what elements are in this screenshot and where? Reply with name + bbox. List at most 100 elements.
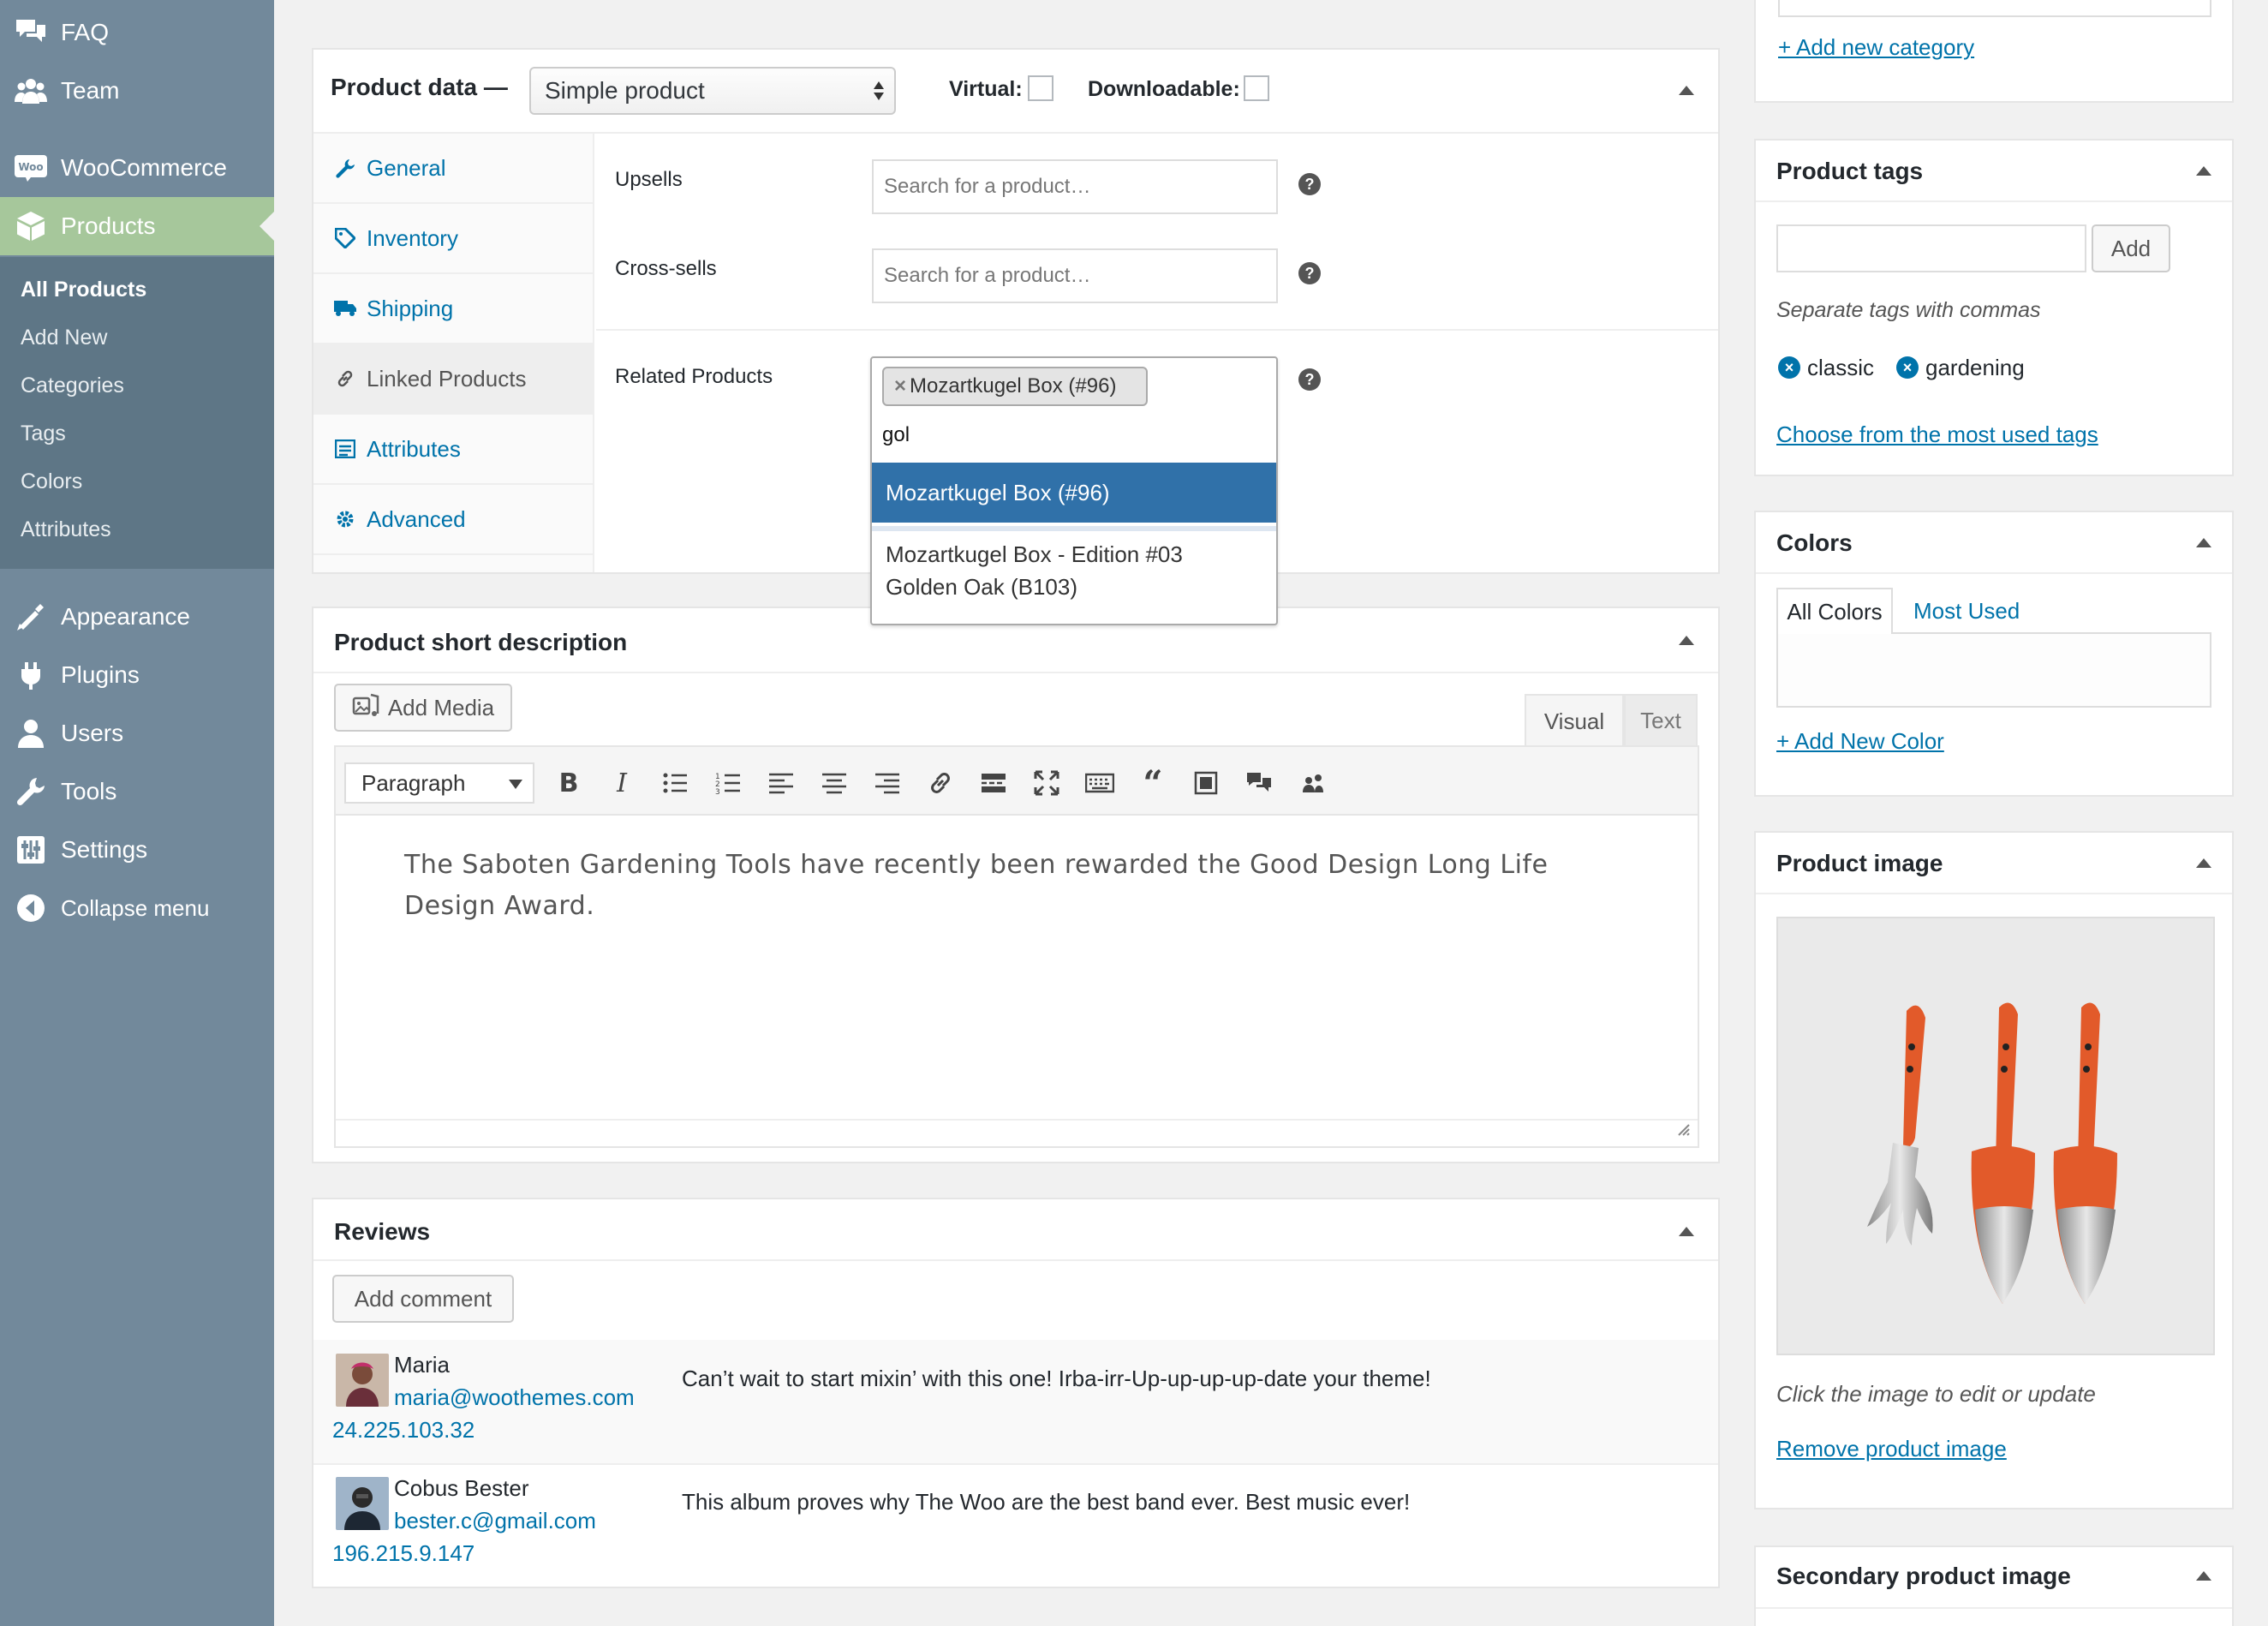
review-ip[interactable]: 196.215.9.147	[332, 1540, 474, 1567]
menu-item-appearance[interactable]: Appearance	[0, 588, 274, 646]
menu-item-woocommerce[interactable]: Woo WooCommerce	[0, 139, 274, 197]
link-icon[interactable]	[923, 766, 958, 800]
tab-shipping[interactable]: Shipping	[313, 274, 593, 344]
image-icon[interactable]	[1189, 766, 1223, 800]
dropdown-option-highlighted[interactable]: Mozartkugel Box (#96)	[872, 463, 1276, 523]
menu-item-faq[interactable]: FAQ	[0, 3, 274, 62]
menu-label: Collapse menu	[61, 894, 210, 921]
align-right-icon[interactable]	[870, 766, 904, 800]
menu-label: Tools	[61, 778, 117, 804]
bullet-list-icon[interactable]	[658, 766, 692, 800]
avatar	[336, 1477, 389, 1530]
bold-icon[interactable]: B	[552, 766, 586, 800]
numbered-list-icon[interactable]: 123	[711, 766, 745, 800]
divider	[1756, 893, 2232, 894]
italic-icon[interactable]: I	[605, 766, 639, 800]
users-icon	[12, 714, 50, 752]
tab-text[interactable]: Text	[1624, 694, 1698, 747]
tab-attributes[interactable]: Attributes	[313, 415, 593, 485]
fullscreen-icon[interactable]	[1030, 766, 1064, 800]
product-type-select[interactable]: Simple product	[529, 67, 896, 115]
align-center-icon[interactable]	[817, 766, 851, 800]
tag-input[interactable]	[1776, 224, 2086, 272]
comments-icon[interactable]	[1242, 766, 1276, 800]
virtual-checkbox[interactable]	[1028, 75, 1053, 101]
upsells-input[interactable]: Search for a product…	[872, 159, 1278, 214]
read-more-icon[interactable]	[976, 766, 1011, 800]
divider	[1756, 572, 2232, 574]
choose-most-used-tags-link[interactable]: Choose from the most used tags	[1776, 421, 2098, 448]
submenu-colors[interactable]: Colors	[21, 469, 82, 494]
remove-product-image-link[interactable]: Remove product image	[1776, 1436, 2007, 1462]
divider	[313, 672, 1718, 673]
tab-inventory[interactable]: Inventory	[313, 204, 593, 274]
review-email[interactable]: bester.c@gmail.com	[394, 1508, 596, 1534]
tab-advanced[interactable]: Advanced	[313, 485, 593, 555]
product-data-tabs: General Inventory Shipping Linked Produc…	[313, 134, 594, 572]
format-select[interactable]: Paragraph	[344, 762, 534, 804]
remove-tag-icon[interactable]: ×	[1778, 356, 1800, 379]
help-icon: ?	[1298, 173, 1321, 195]
add-media-button[interactable]: Add Media	[334, 684, 512, 732]
add-new-color-link[interactable]: + Add New Color	[1776, 728, 1944, 755]
menu-item-tools[interactable]: Tools	[0, 762, 274, 821]
token-remove-icon[interactable]: ×	[894, 374, 906, 398]
dropdown-option[interactable]: Mozartkugel Box - Edition #03 Golden Oak…	[886, 538, 1262, 603]
collapse-toggle-icon[interactable]	[2196, 538, 2211, 547]
product-image[interactable]	[1776, 917, 2215, 1355]
add-comment-button[interactable]: Add comment	[332, 1275, 514, 1323]
review-text: This album proves why The Woo are the be…	[682, 1489, 1411, 1515]
editor-content[interactable]: The Saboten Gardening Tools have recentl…	[404, 845, 1620, 927]
upsells-label: Upsells	[615, 168, 683, 191]
review-row: Maria maria@woothemes.com 24.225.103.32 …	[313, 1340, 1718, 1463]
format-value: Paragraph	[361, 769, 466, 796]
submenu-categories[interactable]: Categories	[21, 374, 124, 398]
blockquote-icon[interactable]: “	[1136, 763, 1170, 804]
menu-item-products[interactable]: Products	[0, 197, 274, 255]
divider	[313, 1259, 1718, 1261]
menu-item-plugins[interactable]: Plugins	[0, 646, 274, 704]
categories-box: + Add new category	[1754, 0, 2234, 103]
tab-linked-products[interactable]: Linked Products	[313, 344, 593, 415]
collapse-toggle-icon[interactable]	[1679, 86, 1694, 95]
collapse-toggle-icon[interactable]	[2196, 1571, 2211, 1581]
menu-item-users[interactable]: Users	[0, 704, 274, 762]
keyboard-icon[interactable]	[1083, 766, 1117, 800]
add-media-icon	[352, 693, 379, 723]
review-email[interactable]: maria@woothemes.com	[394, 1384, 635, 1411]
menu-label: Plugins	[61, 661, 140, 688]
crosssells-input[interactable]: Search for a product…	[872, 248, 1278, 303]
add-comment-label: Add comment	[354, 1285, 492, 1312]
settings-icon	[12, 831, 50, 869]
menu-item-settings[interactable]: Settings	[0, 821, 274, 879]
tab-visual[interactable]: Visual	[1525, 694, 1624, 747]
review-author: Cobus Bester	[394, 1475, 529, 1501]
collapse-toggle-icon[interactable]	[2196, 166, 2211, 176]
plugins-icon	[12, 656, 50, 694]
shortcode-icon[interactable]	[1295, 766, 1329, 800]
review-ip[interactable]: 24.225.103.32	[332, 1417, 474, 1444]
tab-all-colors[interactable]: All Colors	[1776, 588, 1893, 634]
menu-item-team[interactable]: Team	[0, 62, 274, 120]
submenu-all-products[interactable]: All Products	[21, 278, 146, 302]
collapse-toggle-icon[interactable]	[1679, 636, 1694, 645]
submenu-attributes[interactable]: Attributes	[21, 517, 111, 542]
tab-general[interactable]: General	[313, 134, 593, 204]
resize-handle-icon[interactable]	[1675, 1121, 1691, 1141]
tab-label: Advanced	[367, 505, 466, 532]
remove-tag-icon[interactable]: ×	[1896, 356, 1919, 379]
align-left-icon[interactable]	[764, 766, 798, 800]
add-new-category-link[interactable]: + Add new category	[1778, 34, 1974, 61]
submenu-tags[interactable]: Tags	[21, 421, 66, 446]
submenu-add-new[interactable]: Add New	[21, 326, 107, 350]
menu-item-collapse[interactable]: Collapse menu	[0, 879, 274, 937]
related-search-input[interactable]: gol	[882, 423, 910, 447]
collapse-toggle-icon[interactable]	[2196, 858, 2211, 868]
categories-list	[1778, 0, 2211, 17]
collapse-toggle-icon[interactable]	[1679, 1227, 1694, 1236]
tab-most-used[interactable]: Most Used	[1913, 598, 2020, 625]
related-products-select[interactable]: × Mozartkugel Box (#96) gol Mozartkugel …	[870, 356, 1278, 625]
add-tag-button[interactable]: Add	[2092, 224, 2170, 272]
downloadable-checkbox[interactable]	[1244, 75, 1269, 101]
tab-label: General	[367, 154, 446, 181]
